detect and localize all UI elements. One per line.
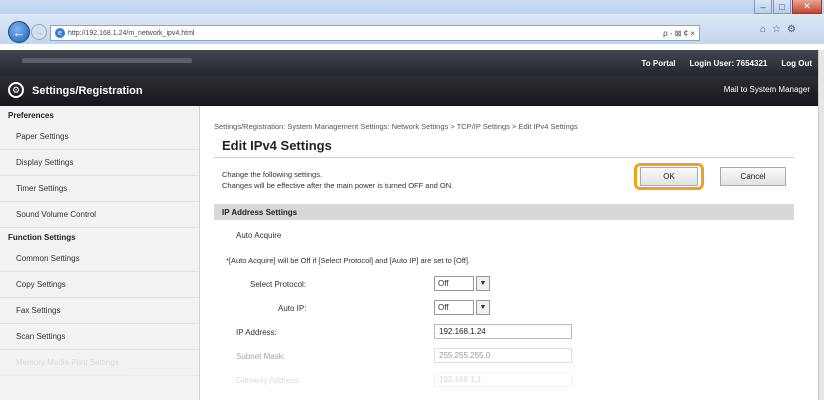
maximize-button[interactable]: □ [773, 0, 791, 14]
description-line-1: Change the following settings. [222, 170, 323, 179]
minimize-button[interactable]: – [754, 0, 772, 14]
chevron-down-icon[interactable]: ▼ [476, 276, 490, 291]
section-header-ip-address: IP Address Settings [214, 204, 794, 220]
title-divider [214, 157, 794, 158]
star-icon[interactable]: ☆ [772, 24, 781, 35]
select-protocol-label: Select Protocol: [250, 280, 307, 289]
select-protocol-dropdown[interactable]: Off ▼ [434, 276, 492, 291]
sidebar-item-sound-volume[interactable]: Sound Volume Control [0, 202, 199, 228]
address-controls[interactable]: ρ - ⊠ ¢ × [663, 26, 695, 40]
browser-window: – □ ✕ ← → e http://192.168.1.24/m_networ… [0, 0, 824, 400]
select-protocol-value[interactable]: Off [434, 276, 474, 291]
toolbar-links: To Portal Login User: 7654321 Log Out [641, 59, 812, 68]
sidebar: Preferences Paper Settings Display Setti… [0, 106, 200, 400]
ok-button-highlight: OK [634, 163, 704, 190]
gateway-address-label: Gateway Address: [236, 376, 301, 385]
auto-acquire-note: *[Auto Acquire] will be Off if [Select P… [226, 256, 471, 265]
forward-arrow-icon[interactable]: → [31, 24, 47, 40]
sidebar-item-memory-media-print[interactable]: Memory Media Print Settings [0, 350, 199, 376]
sidebar-item-common-settings[interactable]: Common Settings [0, 246, 199, 272]
settings-gear-icon: ⚙ [8, 82, 24, 98]
subnet-mask-label: Subnet Mask: [236, 352, 285, 361]
sidebar-item-copy-settings[interactable]: Copy Settings [0, 272, 199, 298]
page-description: Change the following settings. Changes w… [222, 169, 453, 191]
back-arrow-icon[interactable]: ← [8, 21, 30, 43]
sidebar-group-function: Function Settings [8, 232, 76, 242]
auto-acquire-label: Auto Acquire [236, 231, 282, 240]
address-bar[interactable]: e http://192.168.1.24/m_network_ipv4.htm… [50, 25, 700, 41]
cancel-button[interactable]: Cancel [720, 167, 786, 186]
gateway-address-field[interactable]: 192.168.1.1 [434, 372, 572, 387]
sidebar-item-fax-settings[interactable]: Fax Settings [0, 298, 199, 324]
scrollbar[interactable] [818, 50, 824, 400]
browser-tools: ⌂ ☆ ⚙ [760, 24, 796, 35]
ip-address-label: IP Address: [236, 328, 277, 337]
auto-ip-value[interactable]: Off [434, 300, 474, 315]
url-text[interactable]: http://192.168.1.24/m_network_ipv4.html [68, 30, 194, 37]
home-icon[interactable]: ⌂ [760, 24, 766, 35]
main-content: Settings/Registration: System Management… [206, 106, 818, 400]
breadcrumb: Settings/Registration: System Management… [214, 122, 578, 131]
header-title: Settings/Registration [32, 85, 143, 97]
sidebar-item-paper-settings[interactable]: Paper Settings [0, 124, 199, 150]
settings-header: ⚙ Settings/Registration Mail to System M… [0, 76, 818, 106]
sidebar-item-scan-settings[interactable]: Scan Settings [0, 324, 199, 350]
device-toolbar: To Portal Login User: 7654321 Log Out [0, 50, 818, 76]
ok-button[interactable]: OK [640, 167, 698, 186]
mail-to-system-manager-link[interactable]: Mail to System Manager [724, 85, 810, 94]
auto-ip-label: Auto IP: [278, 304, 307, 313]
to-portal-link[interactable]: To Portal [641, 59, 675, 68]
auto-ip-dropdown[interactable]: Off ▼ [434, 300, 492, 315]
subnet-mask-field[interactable]: 255.255.255.0 [434, 348, 572, 363]
sidebar-item-timer-settings[interactable]: Timer Settings [0, 176, 199, 202]
log-out-link[interactable]: Log Out [781, 59, 812, 68]
gear-icon[interactable]: ⚙ [787, 24, 796, 35]
chevron-down-icon[interactable]: ▼ [476, 300, 490, 315]
close-button[interactable]: ✕ [792, 0, 822, 14]
login-user-label: Login User: 7654321 [689, 58, 768, 68]
sidebar-item-display-settings[interactable]: Display Settings [0, 150, 199, 176]
sidebar-group-preferences: Preferences [8, 110, 54, 120]
ip-address-field[interactable]: 192.168.1.24 [434, 324, 572, 339]
description-line-2: Changes will be effective after the main… [222, 181, 454, 190]
device-model-text [22, 58, 192, 63]
page-title: Edit IPv4 Settings [222, 138, 332, 153]
ie-icon: e [55, 28, 65, 38]
